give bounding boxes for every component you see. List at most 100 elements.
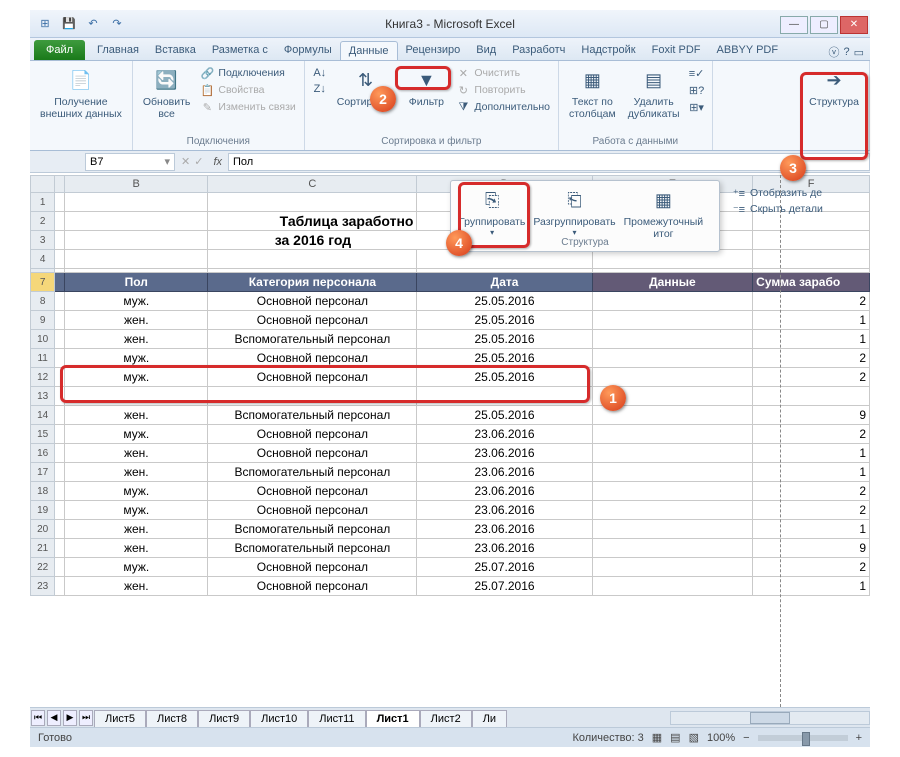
- table-row[interactable]: 21жен.Вспомогательный персонал23.06.2016…: [30, 539, 870, 558]
- help-icon[interactable]: ⓥ: [828, 44, 839, 60]
- tab-Вид[interactable]: Вид: [468, 41, 504, 60]
- table-row[interactable]: 19муж.Основной персонал23.06.20162: [30, 501, 870, 520]
- ribbon-body: 📄 Получение внешних данных 🔄 Обновить вс…: [30, 61, 870, 151]
- clear-filter-link[interactable]: ✕Очистить: [454, 65, 552, 81]
- table-header: Пол: [65, 273, 208, 292]
- table-header: Данные: [593, 273, 754, 292]
- table-row[interactable]: 13: [30, 387, 870, 406]
- table-row[interactable]: 14жен.Вспомогательный персонал25.05.2016…: [30, 406, 870, 425]
- table-row[interactable]: 15муж.Основной персонал23.06.20162: [30, 425, 870, 444]
- fx-icon[interactable]: fx: [207, 156, 228, 168]
- tab-Рецензиро[interactable]: Рецензиро: [398, 41, 469, 60]
- cancel-formula-icon[interactable]: ✕: [181, 155, 190, 168]
- table-row[interactable]: 17жен.Вспомогательный персонал23.06.2016…: [30, 463, 870, 482]
- window-title: Книга3 - Microsoft Excel: [385, 17, 515, 31]
- zoom-level[interactable]: 100%: [707, 732, 735, 744]
- minimize-button[interactable]: —: [780, 16, 808, 34]
- sheet-tab[interactable]: Лист11: [308, 710, 365, 727]
- data-validation-icon[interactable]: ≡✓: [688, 65, 706, 81]
- external-data-button[interactable]: 📄 Получение внешних данных: [36, 65, 126, 122]
- sort-desc-icon[interactable]: Z↓: [311, 81, 329, 97]
- ribbon-help-icon[interactable]: ?: [843, 46, 849, 58]
- consolidate-icon[interactable]: ⊞?: [688, 82, 706, 98]
- show-detail-link[interactable]: ⁺≡Отобразить де: [730, 185, 825, 201]
- zoom-in-icon[interactable]: +: [856, 732, 862, 744]
- select-all-corner[interactable]: [30, 175, 55, 193]
- sheet-nav-button[interactable]: ⏭: [79, 710, 93, 726]
- sheet-tab[interactable]: Лист9: [198, 710, 250, 727]
- accept-formula-icon[interactable]: ✓: [190, 155, 207, 168]
- sheet-tab[interactable]: Лист2: [420, 710, 472, 727]
- text-to-columns-icon: ▦: [578, 67, 606, 95]
- redo-icon[interactable]: ↷: [108, 15, 126, 33]
- refresh-icon: 🔄: [153, 67, 181, 95]
- sort-asc-icon[interactable]: A↓: [311, 65, 329, 81]
- col-header[interactable]: C: [208, 175, 417, 193]
- tab-Формулы[interactable]: Формулы: [276, 41, 340, 60]
- remove-duplicates-button[interactable]: ▤ Удалить дубликаты: [624, 65, 684, 122]
- zoom-slider[interactable]: [758, 735, 848, 741]
- tab-Данные[interactable]: Данные: [340, 41, 398, 60]
- view-layout-icon[interactable]: ▤: [670, 731, 680, 744]
- filter-button[interactable]: ▼ Фильтр: [402, 65, 450, 111]
- structure-popup: ⎘ Группировать▾ ⎗ Разгруппировать▾ ▦ Про…: [450, 180, 720, 252]
- sheet-nav-button[interactable]: ⏮: [31, 710, 45, 726]
- tab-ABBYY PDF[interactable]: ABBYY PDF: [709, 41, 787, 60]
- table-row[interactable]: 10жен.Вспомогательный персонал25.05.2016…: [30, 330, 870, 349]
- maximize-button[interactable]: ▢: [810, 16, 838, 34]
- refresh-all-button[interactable]: 🔄 Обновить все: [139, 65, 195, 122]
- hide-detail-link[interactable]: ⁻≡Скрыть детали: [730, 201, 825, 217]
- tab-Надстройк[interactable]: Надстройк: [573, 41, 643, 60]
- table-row[interactable]: 11муж.Основной персонал25.05.20162: [30, 349, 870, 368]
- hscroll-thumb[interactable]: [750, 712, 790, 724]
- ribbon-minimize-icon[interactable]: ▭: [854, 46, 864, 59]
- tab-file[interactable]: Файл: [34, 40, 85, 60]
- text-to-columns-button[interactable]: ▦ Текст по столбцам: [565, 65, 620, 122]
- col-header[interactable]: B: [65, 175, 208, 193]
- remove-duplicates-icon: ▤: [640, 67, 668, 95]
- col-header[interactable]: [55, 175, 65, 193]
- sheet-tab[interactable]: Лист1: [366, 710, 420, 727]
- formula-input[interactable]: Пол: [228, 153, 870, 171]
- table-row[interactable]: 16жен.Основной персонал23.06.20161: [30, 444, 870, 463]
- table-header: Дата: [417, 273, 592, 292]
- sheet-tab[interactable]: Лист5: [94, 710, 146, 727]
- edit-links-link[interactable]: ✎Изменить связи: [198, 99, 297, 115]
- structure-button[interactable]: ➔ Структура: [805, 65, 863, 111]
- sheet-tab[interactable]: Ли: [472, 710, 507, 727]
- data-tools-group-label: Работа с данными: [565, 135, 706, 148]
- table-row[interactable]: 23жен.Основной персонал25.07.20161: [30, 577, 870, 596]
- table-header: Категория персонала: [208, 273, 417, 292]
- sheet-nav-button[interactable]: ◀: [47, 710, 61, 726]
- tab-Foxit PDF[interactable]: Foxit PDF: [644, 41, 709, 60]
- structure-group-label: Структура: [451, 236, 719, 249]
- view-normal-icon[interactable]: ▦: [652, 731, 662, 744]
- table-row[interactable]: 12муж.Основной персонал25.05.20162: [30, 368, 870, 387]
- connections-link[interactable]: 🔗Подключения: [198, 65, 297, 81]
- table-title: Таблица заработно: [208, 212, 417, 231]
- view-pagebreak-icon[interactable]: ▧: [689, 731, 699, 744]
- sheet-tab[interactable]: Лист8: [146, 710, 198, 727]
- tab-Вставка[interactable]: Вставка: [147, 41, 204, 60]
- advanced-filter-link[interactable]: ⧩Дополнительно: [454, 99, 552, 115]
- whatif-icon[interactable]: ⊞▾: [688, 99, 706, 115]
- tab-Разработч[interactable]: Разработч: [504, 41, 573, 60]
- table-row[interactable]: 8муж.Основной персонал25.05.20162: [30, 292, 870, 311]
- table-row[interactable]: 9жен.Основной персонал25.05.20161: [30, 311, 870, 330]
- reapply-filter-link[interactable]: ↻Повторить: [454, 82, 552, 98]
- zoom-out-icon[interactable]: −: [743, 732, 749, 744]
- name-box[interactable]: B7▾: [85, 153, 175, 171]
- save-icon[interactable]: 💾: [60, 15, 78, 33]
- tab-Главная[interactable]: Главная: [89, 41, 147, 60]
- properties-link[interactable]: 📋Свойства: [198, 82, 297, 98]
- table-row[interactable]: 20жен.Вспомогательный персонал23.06.2016…: [30, 520, 870, 539]
- table-row[interactable]: 18муж.Основной персонал23.06.20162: [30, 482, 870, 501]
- close-button[interactable]: ✕: [840, 16, 868, 34]
- sort-button[interactable]: ⇅ Сортировка: [333, 65, 399, 111]
- sheet-tab[interactable]: Лист10: [250, 710, 308, 727]
- sheet-nav-button[interactable]: ▶: [63, 710, 77, 726]
- tab-Разметка с[interactable]: Разметка с: [204, 41, 276, 60]
- table-row[interactable]: 22муж.Основной персонал25.07.20162: [30, 558, 870, 577]
- spreadsheet-grid[interactable]: B C D E F 1 2Таблица заработно 3за 2016 …: [30, 175, 870, 707]
- undo-icon[interactable]: ↶: [84, 15, 102, 33]
